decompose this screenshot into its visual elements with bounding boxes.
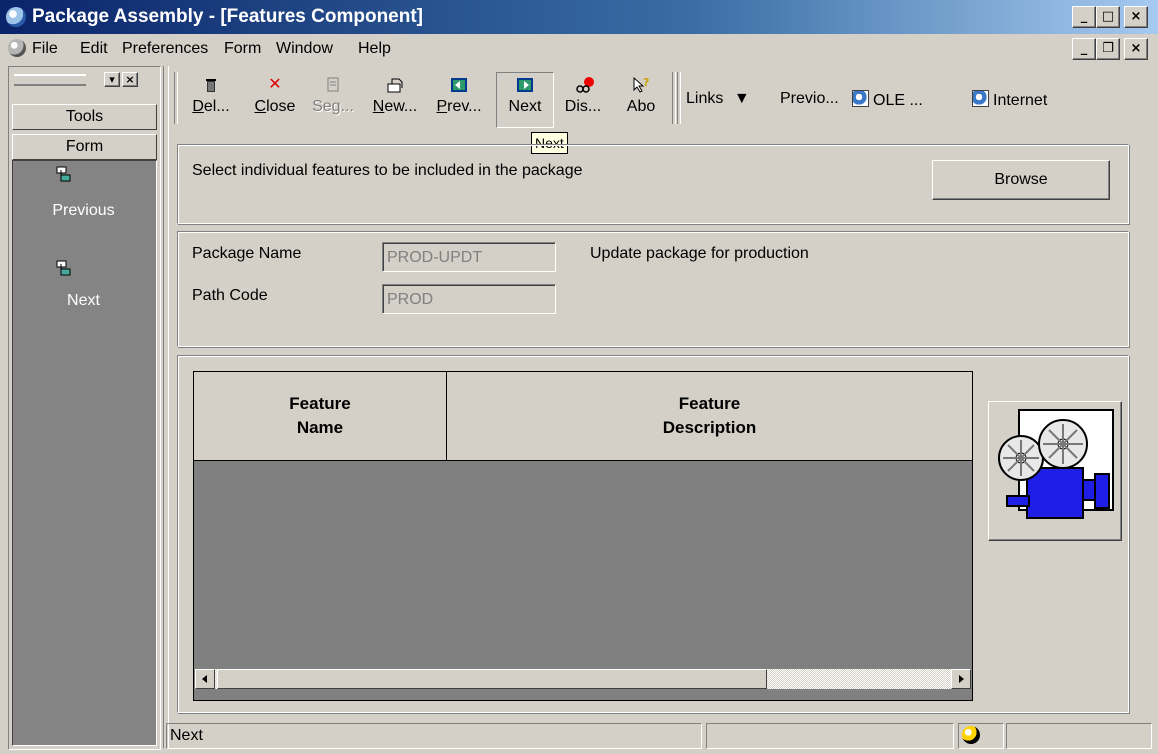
svg-text:?: ? xyxy=(643,76,649,89)
column-header-label: Feature Description xyxy=(662,394,757,437)
movie-camera-button[interactable] xyxy=(988,401,1122,541)
menu-bar: File Edit Preferences Form Window Help _… xyxy=(0,36,1158,62)
toolbar-separator xyxy=(677,72,681,124)
toolbar-separator xyxy=(672,72,676,124)
display-button[interactable]: Dis... xyxy=(556,76,610,116)
display-icon xyxy=(574,76,594,94)
maximize-button[interactable]: □ xyxy=(1096,6,1120,28)
column-header-feature-description[interactable]: Feature Description xyxy=(447,372,972,461)
child-restore-button[interactable]: ❐ xyxy=(1096,38,1120,60)
toolbar-label: Prev... xyxy=(436,98,482,115)
close-window-button[interactable]: × xyxy=(1124,6,1148,28)
toolbar-label: Seg... xyxy=(312,98,354,115)
link-ole[interactable]: OLE ... xyxy=(852,90,923,110)
child-minimize-button[interactable]: _ xyxy=(1072,38,1096,60)
instructions-text: Select individual features to be include… xyxy=(192,162,583,179)
sidebar-action-previous[interactable]: Previous xyxy=(12,166,155,224)
package-name-label: Package Name xyxy=(192,245,302,262)
scroll-left-button[interactable] xyxy=(195,669,215,689)
panel-dropdown-button[interactable]: ▾ xyxy=(104,72,120,87)
about-help-icon: ? xyxy=(632,76,650,94)
status-globe-icon xyxy=(962,726,980,744)
browse-button[interactable]: Browse xyxy=(932,160,1110,200)
previous-arrow-icon xyxy=(450,76,468,94)
splitter[interactable] xyxy=(163,66,169,748)
sidebar-action-label: Next xyxy=(67,292,100,309)
status-text: Next xyxy=(166,723,702,749)
close-x-icon: ✕ xyxy=(268,76,282,93)
form-exit-icon xyxy=(56,166,71,182)
status-pane-4 xyxy=(1006,723,1152,749)
package-name-field[interactable]: PROD-UPDT xyxy=(382,242,556,272)
window-title: Package Assembly - [Features Component] xyxy=(32,6,424,27)
previous-button[interactable]: Prev... xyxy=(432,76,486,116)
ole-link-icon xyxy=(852,90,869,107)
new-folder-icon xyxy=(386,76,404,94)
menu-file[interactable]: File xyxy=(32,40,58,58)
features-grid[interactable]: Feature Name Feature Description xyxy=(193,371,973,701)
links-menu[interactable]: Links ▼ xyxy=(686,90,750,108)
panel-close-button[interactable]: × xyxy=(122,72,138,87)
child-window-globe-icon[interactable] xyxy=(8,39,26,57)
form-exit-icon xyxy=(56,260,71,276)
tab-form[interactable]: Form xyxy=(12,134,157,160)
status-pane-3 xyxy=(958,723,1004,749)
toolbar-label: Close xyxy=(254,98,296,115)
exit-list xyxy=(12,160,157,746)
app-globe-icon[interactable] xyxy=(6,7,26,27)
segment-icon xyxy=(324,76,342,94)
toolbar-label: New... xyxy=(372,98,418,115)
title-bar[interactable]: Package Assembly - [Features Component] … xyxy=(0,0,1158,34)
link-label: Internet xyxy=(993,92,1048,109)
trash-icon xyxy=(202,76,220,94)
scroll-left-icon xyxy=(202,675,207,683)
segment-button[interactable]: Seg... xyxy=(306,76,360,116)
sidebar-action-label: Previous xyxy=(52,202,115,219)
toolbar-grip[interactable] xyxy=(174,72,178,124)
link-label: OLE ... xyxy=(873,92,923,109)
package-description: Update package for production xyxy=(590,245,809,262)
horizontal-scrollbar[interactable] xyxy=(195,669,971,689)
internet-link-icon xyxy=(972,90,989,107)
scroll-thumb[interactable] xyxy=(217,669,767,689)
status-pane-2 xyxy=(706,723,954,749)
minimize-button[interactable]: _ xyxy=(1072,6,1096,28)
menu-edit[interactable]: Edit xyxy=(80,40,108,58)
menu-help[interactable]: Help xyxy=(358,40,391,58)
link-previous[interactable]: Previo... xyxy=(780,90,839,108)
links-label: Links xyxy=(686,90,724,107)
path-code-label: Path Code xyxy=(192,287,268,304)
menu-window[interactable]: Window xyxy=(276,40,333,58)
next-button[interactable]: Next xyxy=(496,72,554,128)
toolbar-label: Abo xyxy=(626,98,656,115)
scroll-right-button[interactable] xyxy=(951,669,971,689)
next-arrow-icon xyxy=(516,76,534,94)
tab-tools[interactable]: Tools xyxy=(12,104,157,130)
path-code-field[interactable]: PROD xyxy=(382,284,556,314)
close-button[interactable]: ✕ Close xyxy=(248,76,302,116)
column-header-feature-name[interactable]: Feature Name xyxy=(194,372,447,461)
about-button[interactable]: ? Abo xyxy=(614,76,668,116)
scroll-right-icon xyxy=(959,675,964,683)
column-header-label: Feature Name xyxy=(289,394,351,437)
panel-grip[interactable] xyxy=(14,74,86,86)
menu-form[interactable]: Form xyxy=(224,40,261,58)
link-internet[interactable]: Internet xyxy=(972,90,1047,110)
sidebar-action-next[interactable]: Next xyxy=(12,256,155,314)
new-button[interactable]: New... xyxy=(368,76,422,116)
toolbar-label: Dis... xyxy=(564,98,602,115)
dropdown-arrow-icon: ▼ xyxy=(733,90,750,107)
movie-camera-icon xyxy=(998,409,1114,519)
menu-preferences[interactable]: Preferences xyxy=(122,40,208,58)
delete-button[interactable]: Del... xyxy=(184,76,238,116)
toolbar-label: Del... xyxy=(192,98,230,115)
child-close-button[interactable]: × xyxy=(1124,38,1148,60)
toolbar-label: Next xyxy=(508,98,542,115)
